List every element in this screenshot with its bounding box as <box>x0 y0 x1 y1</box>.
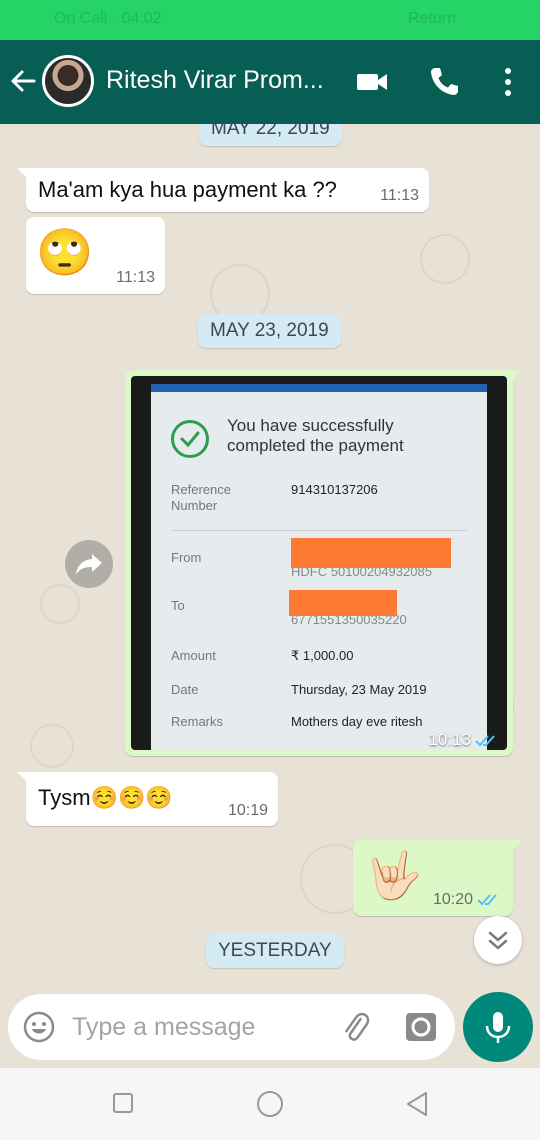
back-nav-icon[interactable] <box>404 1090 430 1118</box>
message-time: 11:13 <box>380 187 419 204</box>
message-text: Tysm☺️☺️☺️ <box>38 785 173 810</box>
bubble-tail <box>17 168 31 182</box>
attach-icon[interactable] <box>338 1010 374 1046</box>
camera-icon[interactable] <box>404 1010 438 1044</box>
payment-screenshot-image[interactable]: You have successfully completed the paym… <box>131 376 507 750</box>
incoming-message[interactable]: Ma'am kya hua payment ka ?? 11:13 <box>17 168 429 212</box>
back-arrow-icon[interactable] <box>8 66 38 96</box>
voice-record-button[interactable] <box>463 992 533 1062</box>
forward-button[interactable] <box>65 540 113 588</box>
recents-icon[interactable] <box>112 1092 134 1114</box>
incoming-message[interactable]: Tysm☺️☺️☺️ 10:19 <box>17 772 278 826</box>
reference-label: Reference Number <box>171 482 231 513</box>
date-divider: MAY 22, 2019 <box>199 124 342 146</box>
redaction-box <box>289 590 397 616</box>
system-nav-bar <box>0 1068 540 1140</box>
read-receipt-icon <box>475 735 495 747</box>
message-time: 10:19 <box>227 802 268 819</box>
divider <box>171 530 467 531</box>
message-time: 10:20 <box>432 891 473 908</box>
bubble-tail <box>17 772 31 786</box>
wallpaper-doodle <box>420 234 470 284</box>
date-label: Date <box>171 682 199 697</box>
more-vert-icon[interactable] <box>490 64 526 100</box>
remarks-value: Mothers day eve ritesh <box>291 714 423 729</box>
scroll-to-bottom-button[interactable] <box>474 916 522 964</box>
wallpaper-doodle <box>40 584 80 624</box>
amount-label: Amount <box>171 648 216 663</box>
to-label: To <box>171 598 185 613</box>
forward-icon <box>76 554 102 575</box>
outgoing-image-message[interactable]: You have successfully completed the paym… <box>125 370 522 756</box>
return-to-call-link[interactable]: Return <box>408 10 456 28</box>
message-emoji: 🙄 <box>36 226 94 278</box>
date-value: Thursday, 23 May 2019 <box>291 682 427 697</box>
emoji-icon[interactable] <box>22 1010 56 1044</box>
chat-header: Ritesh Virar Prom... <box>0 40 540 124</box>
contact-name[interactable]: Ritesh Virar Prom... <box>106 66 338 95</box>
message-time: 11:13 <box>116 269 155 286</box>
amount-value: ₹ 1,000.00 <box>291 648 354 663</box>
message-time: 10:13 <box>428 730 471 749</box>
wallpaper-doodle <box>30 724 74 768</box>
mic-icon <box>485 1012 511 1043</box>
message-composer: Type a message <box>8 994 455 1060</box>
chat-area[interactable]: MAY 22, 2019 Ma'am kya hua payment ka ??… <box>0 124 540 990</box>
outgoing-message[interactable]: 🤟🏻 10:20 <box>353 840 522 916</box>
message-text: Ma'am kya hua payment ka ?? <box>38 177 337 202</box>
screenshot-screen: You have successfully completed the paym… <box>151 384 487 750</box>
message-emoji: 🤟🏻 <box>365 849 423 901</box>
double-chevron-down-icon <box>488 931 508 950</box>
on-call-indicator[interactable]: On Call · 04:02 <box>54 10 162 28</box>
reference-value: 914310137206 <box>291 482 378 497</box>
read-receipt-icon <box>477 894 497 906</box>
message-input[interactable]: Type a message <box>72 1013 255 1042</box>
success-check-icon <box>171 420 209 458</box>
contact-avatar[interactable] <box>42 55 94 107</box>
phone-icon[interactable] <box>426 64 462 100</box>
date-divider: YESTERDAY <box>206 934 344 968</box>
payment-success-title: You have successfully completed the paym… <box>227 416 404 455</box>
bubble-tail <box>508 840 522 854</box>
from-label: From <box>171 550 202 565</box>
video-call-icon[interactable] <box>354 64 390 100</box>
bubble-tail <box>508 370 522 384</box>
home-icon[interactable] <box>256 1090 284 1118</box>
screenshot-app-bar <box>151 384 487 392</box>
status-bar: On Call · 04:02 Return <box>0 0 540 40</box>
redaction-box <box>291 538 451 568</box>
date-divider: MAY 23, 2019 <box>198 314 341 348</box>
incoming-message[interactable]: 🙄 11:13 <box>26 217 165 294</box>
remarks-label: Remarks <box>171 714 224 729</box>
